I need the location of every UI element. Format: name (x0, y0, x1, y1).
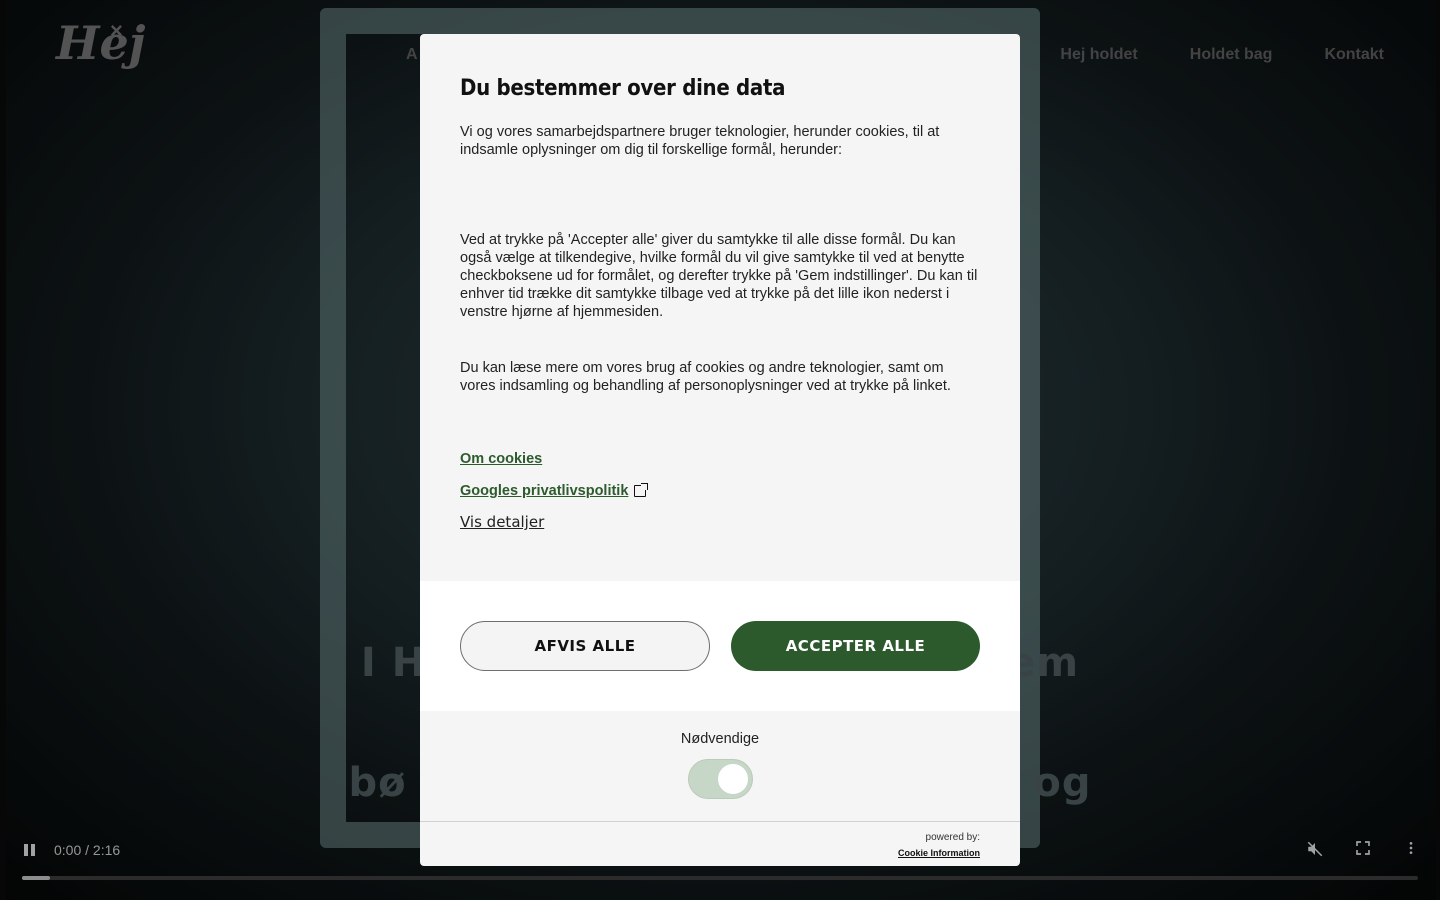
necessary-label: Nødvendige (680, 731, 760, 747)
about-cookies-link[interactable]: Om cookies (460, 451, 542, 467)
necessary-section: Nødvendige (420, 711, 1020, 821)
google-privacy-link[interactable]: Googles privatlivspolitik (460, 483, 628, 499)
external-link-icon (634, 483, 649, 497)
reject-all-button[interactable]: AFVIS ALLE (460, 621, 710, 671)
dialog-title: Du bestemmer over dine data (460, 76, 786, 101)
show-details-link[interactable]: Vis detaljer (460, 513, 544, 531)
cookie-information-link[interactable]: Cookie Information (898, 848, 980, 858)
consent-text: Ved at trykke på 'Accepter alle' giver d… (460, 232, 978, 320)
dialog-body: Du bestemmer over dine data Vi og vores … (420, 34, 1020, 581)
footer-divider (420, 821, 1020, 822)
toggle-knob (717, 764, 748, 794)
necessary-toggle[interactable] (687, 759, 753, 799)
accept-all-button[interactable]: ACCEPTER ALLE (731, 621, 980, 671)
powered-by: powered by: Cookie Information (898, 832, 980, 861)
dialog-buttons: AFVIS ALLE ACCEPTER ALLE (420, 581, 1020, 711)
read-more-text: Du kan læse mere om vores brug af cookie… (460, 360, 951, 394)
intro-text: Vi og vores samarbejdspartnere bruger te… (460, 124, 940, 158)
powered-by-label: powered by: (925, 832, 980, 843)
cookie-consent-dialog: Du bestemmer over dine data Vi og vores … (420, 34, 1020, 866)
